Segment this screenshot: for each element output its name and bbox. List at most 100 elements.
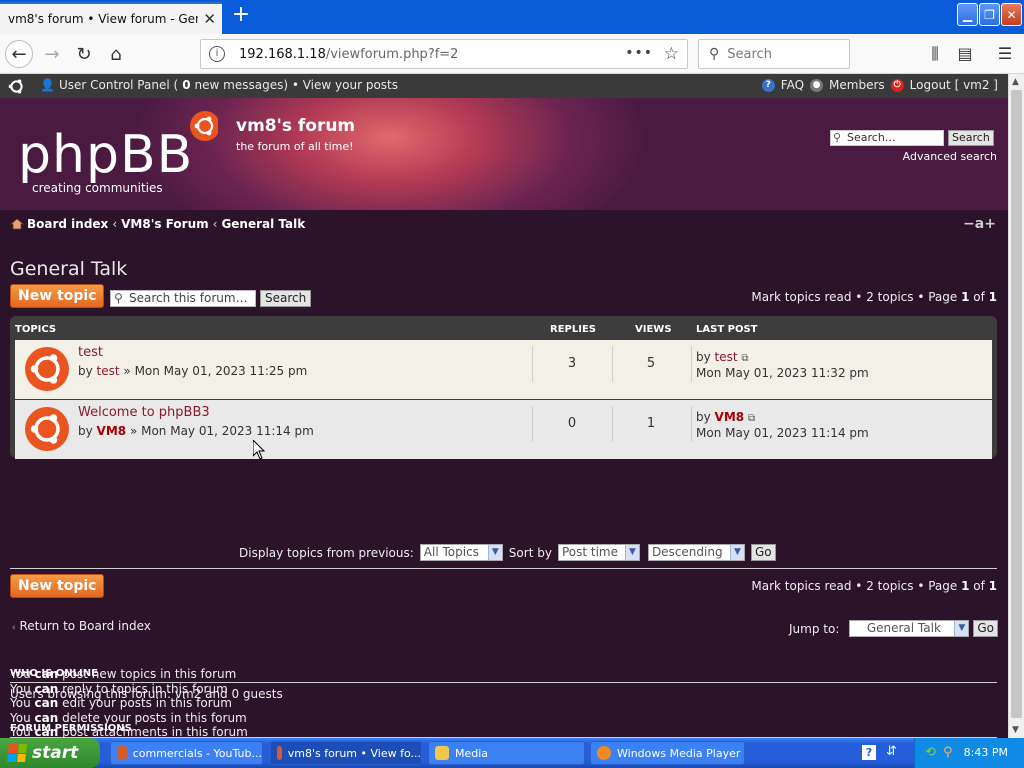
menu-icon[interactable]: ☰ xyxy=(994,43,1016,65)
display-topics-select[interactable]: All Topics ▼ xyxy=(419,544,503,561)
pagination-text[interactable]: Mark topics read • 2 topics • Page xyxy=(751,290,961,304)
last-post-by: by xyxy=(696,410,715,424)
new-topic-button[interactable]: New topic xyxy=(10,284,105,308)
permission-prefix: You xyxy=(10,725,35,738)
scroll-down-icon[interactable]: ▼ xyxy=(1012,725,1019,735)
permission-text: reply to topics in this forum xyxy=(58,681,228,696)
taskbar-item-forum[interactable]: vm8's forum • View fo... xyxy=(270,741,422,765)
column-divider xyxy=(612,346,613,382)
browser-titlebar: vm8's forum • View forum - General Talk … xyxy=(0,0,1024,34)
sort-options: Display topics from previous: All Topics… xyxy=(239,544,776,561)
members-link[interactable]: Members xyxy=(829,78,885,92)
taskbar-clock[interactable]: 8:43 PM xyxy=(964,746,1008,759)
sort-by-select[interactable]: Post time ▼ xyxy=(557,544,640,561)
sort-go-button[interactable]: Go xyxy=(750,544,776,561)
advanced-search-link[interactable]: Advanced search xyxy=(903,150,997,163)
breadcrumb-vm8-forum[interactable]: VM8's Forum xyxy=(121,217,209,231)
close-tab-icon[interactable]: ✕ xyxy=(203,10,216,28)
taskbar-item-wmp[interactable]: Windows Media Player xyxy=(590,741,745,765)
home-icon[interactable]: ⌂ xyxy=(102,40,130,68)
topic-views: 1 xyxy=(646,416,656,431)
start-button[interactable]: start xyxy=(0,738,100,768)
address-bar[interactable]: i 192.168.1.18 /viewforum.php?f=2 ••• ☆ xyxy=(200,39,688,69)
pagination-bottom: Mark topics read • 2 topics • Page 1 of … xyxy=(751,579,997,593)
search-tray-icon[interactable]: ⚲ xyxy=(943,745,957,760)
page-actions-icon[interactable]: ••• xyxy=(625,45,653,61)
jump-to-select[interactable]: General Talk ▼ xyxy=(849,620,970,637)
page-scrollbar[interactable]: ▲ ▼ xyxy=(1008,74,1024,738)
topic-read-icon xyxy=(25,407,69,451)
last-post-by: by xyxy=(696,350,715,364)
breadcrumb-general-talk[interactable]: General Talk xyxy=(221,217,305,231)
permission-text: edit your posts in this forum xyxy=(58,696,232,710)
topic-title-link[interactable]: test xyxy=(78,345,103,360)
header-search-button[interactable]: Search xyxy=(948,130,994,146)
logout-icon: ⏻ xyxy=(890,78,904,92)
topic-replies: 3 xyxy=(567,356,577,371)
ubuntu-logo-icon[interactable] xyxy=(8,78,25,95)
phpbb-logo-graphic: phpBB creating communities xyxy=(18,111,220,195)
faq-link[interactable]: FAQ xyxy=(781,78,804,92)
permission-text: post attachments in this forum xyxy=(58,725,248,738)
language-icon[interactable]: ⇵ xyxy=(886,744,897,759)
breadcrumb-board-index[interactable]: Board index xyxy=(27,217,108,231)
sort-order-select[interactable]: Descending ▼ xyxy=(647,544,745,561)
return-label: Return to Board index xyxy=(19,619,151,633)
page-title[interactable]: General Talk xyxy=(10,258,127,280)
logout-link[interactable]: Logout [ vm2 ] xyxy=(910,78,998,92)
view-latest-post-icon[interactable]: ⧉ xyxy=(748,412,755,426)
new-topic-button-bottom[interactable]: New topic xyxy=(10,574,105,598)
mouse-cursor-icon xyxy=(253,440,265,460)
back-icon[interactable]: ← xyxy=(5,40,33,68)
forward-icon[interactable]: → xyxy=(38,40,66,68)
minimize-icon[interactable]: ▁ xyxy=(957,3,978,26)
forum-search-input[interactable]: ⚲ Search this forum… xyxy=(110,290,256,307)
info-icon[interactable]: i xyxy=(209,46,225,62)
new-tab-icon[interactable]: + xyxy=(230,4,252,28)
ucp-message-count: 0 xyxy=(182,78,191,92)
ucp-link[interactable]: 👤 User Control Panel (0 new messages) • … xyxy=(40,78,398,92)
members-icon: ● xyxy=(810,78,824,92)
search-icon: ⚲ xyxy=(114,291,123,305)
forum-search-button[interactable]: Search xyxy=(260,290,312,307)
restore-icon[interactable]: ❐ xyxy=(979,3,1000,26)
chevron-left-icon: ‹ xyxy=(12,623,16,633)
browser-tab-active[interactable]: vm8's forum • View forum - General Talk … xyxy=(0,2,222,34)
help-icon[interactable]: ? xyxy=(862,745,876,760)
topic-views: 5 xyxy=(646,356,656,371)
network-icon[interactable]: ⟲ xyxy=(925,745,939,760)
firefox-icon xyxy=(117,746,127,760)
topic-author-link[interactable]: test xyxy=(97,364,120,378)
permission-line: You can reply to topics in this forum xyxy=(10,682,248,697)
forum-header: phpBB creating communities vm8's forum t… xyxy=(0,98,1008,210)
last-post-author-link[interactable]: VM8 xyxy=(715,410,745,424)
library-icon[interactable]: ⫼ xyxy=(924,43,946,65)
taskbar-item-youtube[interactable]: commercials - YouTub... xyxy=(110,741,263,765)
topic-last-post: by VM8 ⧉ Mon May 01, 2023 11:14 pm xyxy=(696,410,869,440)
page-total: 1 xyxy=(988,579,997,593)
taskbar-item-media[interactable]: Media xyxy=(428,741,585,765)
forum-permissions-list: You can post new topics in this forum Yo… xyxy=(10,667,248,738)
forum-main: General Talk New topic ⚲ Search this for… xyxy=(0,238,1008,738)
sidebar-icon[interactable]: ▤ xyxy=(954,43,976,65)
jump-go-button[interactable]: Go xyxy=(973,620,998,637)
header-search-input[interactable]: ⚲ Search… xyxy=(830,130,944,146)
view-latest-post-icon[interactable]: ⧉ xyxy=(741,352,748,366)
sort-order-value: Descending xyxy=(651,545,723,559)
browser-search-input[interactable]: ⚲ Search xyxy=(698,39,850,69)
bookmark-star-icon[interactable]: ☆ xyxy=(664,44,679,64)
close-window-icon[interactable]: ✕ xyxy=(1001,3,1022,26)
scrollbar-thumb[interactable] xyxy=(1011,90,1022,718)
topic-title-link[interactable]: Welcome to phpBB3 xyxy=(78,405,210,420)
return-to-board-link[interactable]: ‹ Return to Board index xyxy=(12,619,151,633)
permission-text: post new topics in this forum xyxy=(58,667,237,681)
topic-author-link[interactable]: VM8 xyxy=(97,424,127,438)
pagination-of: of xyxy=(969,290,989,304)
phpbb-logo[interactable]: phpBB creating communities xyxy=(18,110,220,200)
font-size-control[interactable]: −a+ xyxy=(963,216,996,232)
last-post-author-link[interactable]: test xyxy=(715,350,738,364)
reload-icon[interactable]: ↻ xyxy=(70,40,98,68)
page-viewport: 👤 User Control Panel (0 new messages) • … xyxy=(0,74,1008,738)
pagination-text[interactable]: Mark topics read • 2 topics • Page xyxy=(751,579,961,593)
scroll-up-icon[interactable]: ▲ xyxy=(1012,77,1019,87)
